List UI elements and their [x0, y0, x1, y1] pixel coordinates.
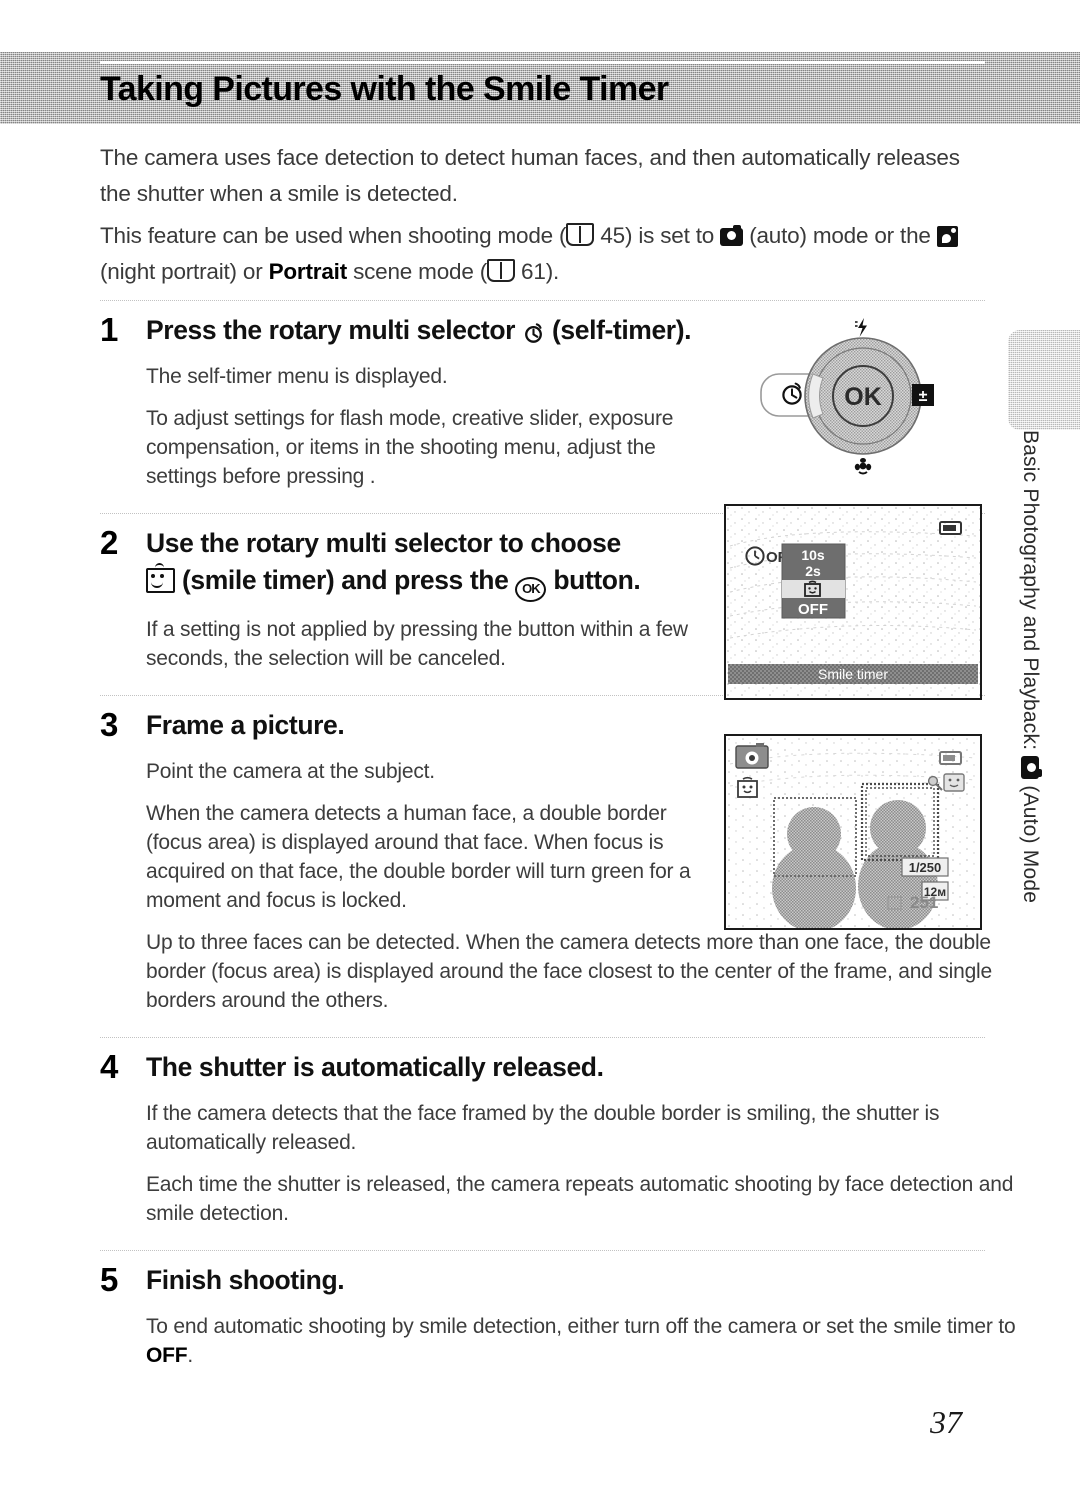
- caption-label: Smile timer: [818, 666, 888, 682]
- self-timer-icon: [525, 323, 542, 343]
- step-2-number: 2: [100, 524, 118, 561]
- step-4-paragraph-1: If the camera detects that the face fram…: [146, 1102, 940, 1154]
- step-4: 4 The shutter is automatically released.…: [100, 1038, 1013, 1240]
- face-detection-screen: 1/250 12м 251: [724, 734, 982, 930]
- manual-reference-icon: [486, 259, 515, 282]
- night-portrait-icon: [936, 226, 958, 247]
- exposure-compensation-icon: ±: [912, 384, 934, 406]
- intro-p2-part-c: (auto) mode or the: [749, 223, 931, 248]
- step-3-paragraph-2: When the camera detects a human face, a …: [146, 802, 691, 912]
- page-number: 37: [930, 1404, 962, 1440]
- step-1-number: 1: [100, 311, 118, 348]
- step-2-title-part-b: (smile timer) and press the: [181, 565, 509, 595]
- chapter-tab-block: [1008, 330, 1080, 430]
- intro-p2-part-e: scene mode (: [353, 259, 487, 284]
- chapter-tab-label: Basic Photography and Playback: (Auto) M…: [1002, 430, 1042, 990]
- intro-p2-part-d: (night portrait) or: [100, 259, 263, 284]
- page-title: Taking Pictures with the Smile Timer: [100, 70, 669, 108]
- menu-option-2s: 2s: [805, 563, 821, 579]
- step-3-number: 3: [100, 706, 118, 743]
- header-rule: [100, 61, 985, 64]
- shots-remaining-value: 251: [910, 893, 938, 912]
- dial-ok-label: OK: [844, 383, 882, 411]
- step-4-number: 4: [100, 1048, 118, 1085]
- intro-p2-part-a: This feature can be used when shooting m…: [100, 223, 567, 248]
- intro-p2-ref-2: 61: [521, 259, 546, 284]
- step-5-number: 5: [100, 1261, 118, 1298]
- step-1-paragraph-2: To adjust settings for flash mode, creat…: [146, 407, 674, 488]
- step-5-heading: 5 Finish shooting.: [100, 1262, 985, 1299]
- step-5: 5 Finish shooting. To end automatic shoo…: [100, 1251, 1016, 1382]
- svg-text:±: ±: [919, 388, 928, 405]
- chapter-tab-label-text: Basic Photography and Playback:: [1019, 430, 1042, 751]
- step-5-text-b: .: [187, 1344, 194, 1367]
- smile-timer-icon: [146, 563, 175, 593]
- step-5-title: Finish shooting.: [146, 1265, 345, 1295]
- step-5-body: To end automatic shooting by smile detec…: [146, 1312, 1016, 1370]
- ok-button-icon: OK: [515, 577, 547, 602]
- smile-timer-icon: [737, 776, 758, 798]
- auto-mode-icon: [735, 743, 769, 769]
- step-2-paragraph-1: If a setting is not applied by pressing …: [146, 618, 688, 670]
- step-4-body: If the camera detects that the face fram…: [146, 1099, 1013, 1228]
- step-3-paragraph-3: Up to three faces can be detected. When …: [146, 931, 992, 1012]
- auto-mode-icon: [1021, 756, 1039, 780]
- macro-icon: [854, 458, 872, 475]
- exposure-readout: 1/250: [901, 857, 949, 877]
- step-4-title: The shutter is automatically released.: [146, 1052, 604, 1082]
- step-4-paragraph-2: Each time the shutter is released, the c…: [146, 1173, 1014, 1225]
- rotary-multi-selector-figure: OK ±: [760, 318, 934, 475]
- manual-reference-icon: [566, 223, 595, 246]
- self-timer-menu-screen: OFF 10s 2s OFF Smile timer: [724, 504, 982, 700]
- auto-mode-icon: [720, 225, 744, 246]
- step-2-title-part-c: button.: [553, 565, 641, 595]
- chapter-tab-label-suffix: (Auto) Mode: [1019, 785, 1042, 904]
- step-1-title-part-b: (self-timer).: [552, 315, 692, 345]
- smile-timer-antenna-icon: [155, 563, 164, 570]
- step-2-title-part-a: Use the rotary multi selector to choose: [146, 528, 621, 558]
- flash-icon: [855, 318, 867, 337]
- smile-detect-indicator-icon: [943, 773, 965, 792]
- intro-paragraph-1: The camera uses face detection to detect…: [100, 145, 960, 206]
- shutter-speed-value: 1/250: [909, 860, 942, 875]
- intro-p2-bold-portrait: Portrait: [268, 259, 348, 284]
- step-1-title-part-a: Press the rotary multi selector: [146, 315, 516, 345]
- step-3-paragraph-1: Point the camera at the subject.: [146, 760, 435, 783]
- intro-p2-part-b: ) is set to: [625, 223, 715, 248]
- step-1-paragraph-1: The self-timer menu is displayed.: [146, 365, 448, 388]
- intro-p2-ref-1: 45: [600, 223, 625, 248]
- intro-paragraph-2: This feature can be used when shooting m…: [100, 218, 985, 290]
- intro-p2-part-f: ).: [545, 259, 560, 284]
- menu-option-off: OFF: [798, 601, 828, 618]
- step-5-text-bold: OFF: [146, 1344, 188, 1367]
- step-5-text-a: To end automatic shooting by smile detec…: [146, 1315, 1016, 1338]
- step-5-paragraph-1: To end automatic shooting by smile detec…: [146, 1312, 1026, 1370]
- menu-option-10s: 10s: [801, 547, 825, 563]
- step-4-heading: 4 The shutter is automatically released.: [100, 1049, 985, 1086]
